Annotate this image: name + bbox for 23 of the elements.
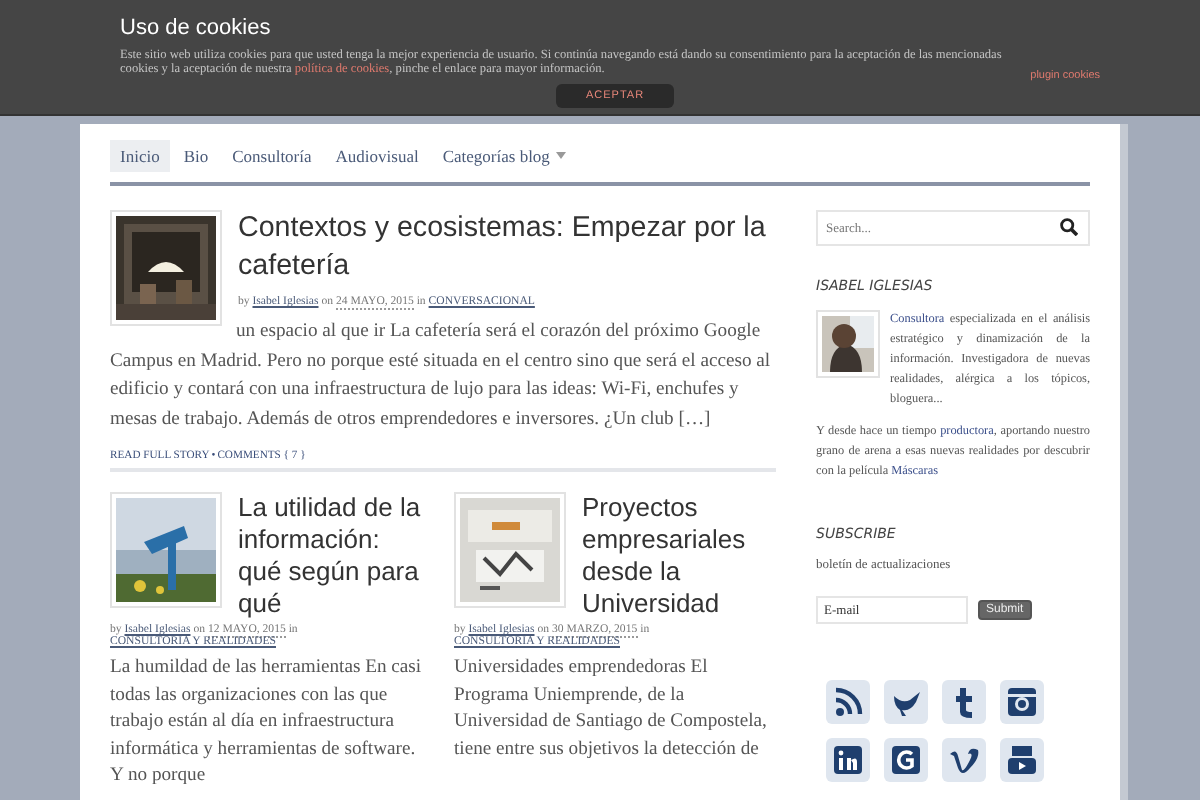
nav-item[interactable]: Bio (173, 140, 219, 172)
post-title[interactable]: Proyectos empresariales desde la Universidad (582, 492, 774, 621)
vimeo-icon[interactable] (942, 738, 986, 782)
linkedin-icon[interactable] (826, 738, 870, 782)
search-icon (1060, 218, 1078, 236)
post-title[interactable]: Contextos y ecosistemas: Empezar por la cafetería (238, 210, 776, 286)
post-excerpt: La humildad de las herramientas En casi todas las organizaciones con las que trabajo están al día en infraestructura informática y herramientas de software. Y no porque (110, 654, 424, 789)
camera-icon[interactable] (1000, 680, 1044, 724)
post-excerpt: un espacio al que ir La cafetería será el corazón del próximo Google Campus en Madrid. Pero no porque esté situada en el centro sino que será el acceso al edificio y contará con una infraestructura de lujo para las ideas: Wi-Fi, enchufes y mesas de trabajo. Además de otros emprendedores e inversores. ¿Un club […] (110, 318, 773, 434)
tumblr-icon[interactable] (942, 680, 986, 724)
nav-item[interactable]: Audiovisual (325, 140, 429, 172)
avatar-icon (822, 316, 874, 372)
cookie-title: Uso de cookies (120, 16, 273, 40)
post-title[interactable]: La utilidad de la información: qué según para qué (238, 492, 430, 621)
youtube-icon[interactable] (1000, 738, 1044, 782)
bird-icon[interactable] (884, 680, 928, 724)
nav-item[interactable]: Inicio (110, 140, 170, 172)
google-icon[interactable] (884, 738, 928, 782)
post-excerpt: Universidades emprendedoras El Programa Uniemprende, de la Universidad de Santiago de Compostela, tiene entre sus objetivos la detección de (454, 654, 769, 762)
rss-icon[interactable] (826, 680, 870, 724)
nav-item[interactable]: Categorías blog (432, 140, 576, 172)
nav-item[interactable]: Consultoría (222, 140, 322, 172)
caret-icon (555, 152, 566, 160)
